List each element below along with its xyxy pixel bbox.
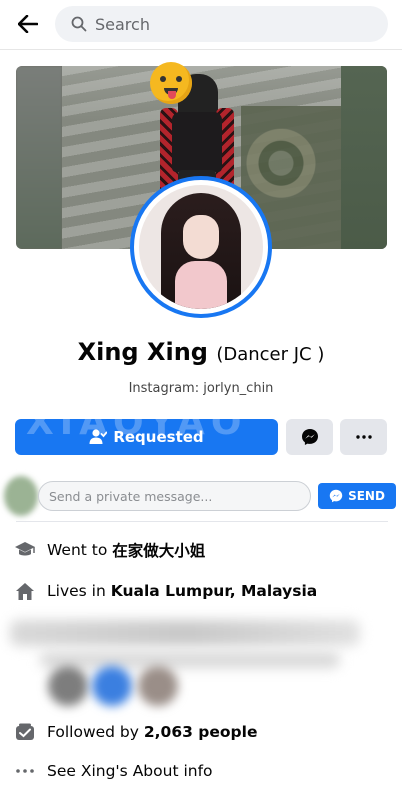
tongue-emoji-icon [150,62,192,104]
avatar [139,185,263,309]
cover-blur-left [16,66,62,249]
requested-button[interactable]: Requested [15,419,278,455]
info-lives-in: Lives in Kuala Lumpur, Malaysia [14,578,317,604]
profile-name-text: Xing Xing [77,338,208,366]
arrow-left-icon [18,15,38,33]
info-about-link[interactable]: See Xing's About info [14,758,213,784]
blurred-avatars [48,666,188,712]
profile-bio: Instagram: jorlyn_chin [128,381,274,396]
requested-label: Requested [113,428,204,446]
ellipsis-icon [14,760,36,782]
search-icon [71,16,87,32]
divider [16,521,388,522]
followers-icon [14,721,36,743]
my-avatar [4,476,38,516]
top-bar: Search [0,0,402,50]
lives-prefix: Lives in [47,582,106,600]
about-label[interactable]: See Xing's About info [47,762,213,780]
profile-nickname: (Dancer JC ) [216,344,325,365]
send-button[interactable]: SEND [318,483,396,509]
profile-name: Xing Xing (Dancer JC ) [0,338,402,366]
messenger-icon [329,489,343,503]
lives-value[interactable]: Kuala Lumpur, Malaysia [111,582,318,600]
followed-value[interactable]: 2,063 people [144,723,258,741]
profile-picture[interactable] [130,176,272,318]
private-message-input[interactable]: Send a private message... [38,481,311,511]
went-to-prefix: Went to [47,541,108,559]
followed-prefix: Followed by [47,723,139,741]
info-followers: Followed by 2,063 people [14,719,257,745]
more-button[interactable] [340,419,387,455]
messenger-icon [301,429,318,445]
person-check-icon [89,429,108,444]
cover-blur-right [341,66,387,249]
search-box[interactable]: Search [55,6,388,42]
messenger-button[interactable] [286,419,333,455]
more-icon [355,435,372,439]
home-icon [14,580,36,602]
blurred-content [10,620,360,646]
search-placeholder: Search [95,14,150,34]
graduation-cap-icon [14,539,36,561]
send-label: SEND [348,489,385,503]
went-to-value[interactable]: 在家做大小姐 [112,539,205,561]
info-education: Went to 在家做大小姐 [14,537,205,563]
back-button[interactable] [14,12,42,36]
